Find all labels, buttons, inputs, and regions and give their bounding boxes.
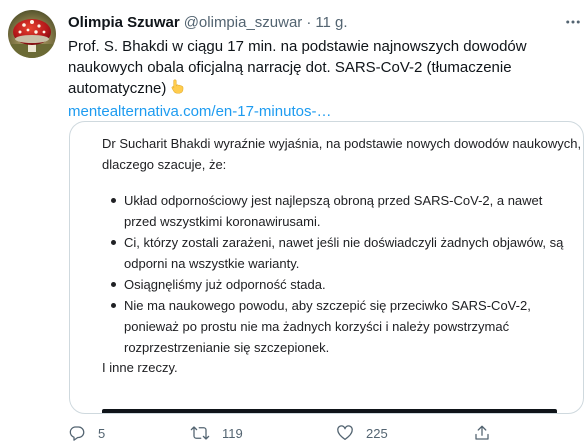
user-handle[interactable]: @olimpia_szuwar	[184, 14, 303, 31]
card-closing-text: I inne rzeczy.	[102, 360, 178, 375]
share-icon	[475, 425, 489, 440]
hand-pointing-down-icon	[169, 78, 186, 101]
more-options-button[interactable]	[563, 12, 583, 32]
bullet-icon	[111, 303, 116, 308]
reply-count: 5	[98, 425, 106, 441]
tweet-header: Olimpia Szuwar @olimpia_szuwar · 11 g.	[68, 12, 348, 32]
list-item-line: Układ odpornościowy jest najlepszą obron…	[124, 193, 543, 208]
retweet-icon	[190, 426, 210, 440]
display-name[interactable]: Olimpia Szuwar	[68, 14, 180, 31]
separator-dot: ·	[306, 13, 312, 31]
reply-icon	[69, 426, 85, 441]
list-item-line: Nie ma naukowego powodu, aby szczepić si…	[124, 298, 531, 313]
heart-icon	[337, 425, 353, 441]
more-dots-icon	[566, 20, 580, 24]
card-media-edge	[102, 409, 557, 413]
avatar[interactable]	[8, 10, 56, 58]
share-button[interactable]	[473, 424, 491, 442]
avatar-mushroom-image	[8, 10, 56, 58]
list-item-line: ponieważ po prostu nie ma żadnych korzyś…	[124, 319, 510, 334]
bullet-icon	[111, 240, 116, 245]
card-content: Dr Sucharit Bhakdi wyraźnie wyjaśnia, na…	[102, 133, 582, 375]
card-intro-line: Dr Sucharit Bhakdi wyraźnie wyjaśnia, na…	[102, 136, 582, 151]
bullet-icon	[111, 282, 116, 287]
reply-button[interactable]: 5	[68, 424, 105, 442]
card-intro: Dr Sucharit Bhakdi wyraźnie wyjaśnia, na…	[102, 133, 582, 175]
tweet-action-bar: 5 119 225	[68, 424, 508, 444]
list-item: Ci, którzy zostali zarażeni, nawet jeśli…	[102, 232, 570, 274]
card-intro-line: dlaczego szacuje, że:	[102, 157, 227, 172]
like-button[interactable]: 225	[336, 424, 388, 442]
list-item: Układ odpornościowy jest najlepszą obron…	[102, 190, 570, 232]
list-item-line: przed wszystkimi koronawirusami.	[124, 214, 321, 229]
card-bullet-list: Układ odpornościowy jest najlepszą obron…	[102, 190, 570, 358]
tweet-text-line: Prof. S. Bhakdi w ciągu 17 min. na podst…	[68, 38, 527, 55]
tweet-text-line: naukowych obala oficjalną narrację dot. …	[68, 59, 512, 76]
tweet-text-line: automatyczne)	[68, 78, 554, 101]
list-item: Nie ma naukowego powodu, aby szczepić si…	[102, 295, 570, 358]
list-item-line: rozprzestrzenianie się szczepionek.	[124, 340, 330, 355]
tweet-text: Prof. S. Bhakdi w ciągu 17 min. na podst…	[68, 36, 554, 122]
tweet[interactable]: Olimpia Szuwar @olimpia_szuwar · 11 g. P…	[0, 0, 588, 448]
list-item: Osiągnęliśmy już odporność stada.	[102, 274, 570, 295]
list-item-line: Osiągnęliśmy już odporność stada.	[124, 277, 326, 292]
like-count: 225	[366, 425, 388, 441]
list-item-line: odporni na wszystkie warianty.	[124, 256, 300, 271]
timestamp[interactable]: 11 g.	[315, 14, 347, 31]
link-preview-card[interactable]: Dr Sucharit Bhakdi wyraźnie wyjaśnia, na…	[69, 121, 584, 414]
retweet-count: 119	[222, 425, 243, 441]
list-item-line: Ci, którzy zostali zarażeni, nawet jeśli…	[124, 235, 564, 250]
retweet-button[interactable]: 119	[190, 424, 243, 442]
bullet-icon	[111, 198, 116, 203]
article-link[interactable]: mentealternativa.com/en-17-minutos-…	[68, 101, 554, 122]
